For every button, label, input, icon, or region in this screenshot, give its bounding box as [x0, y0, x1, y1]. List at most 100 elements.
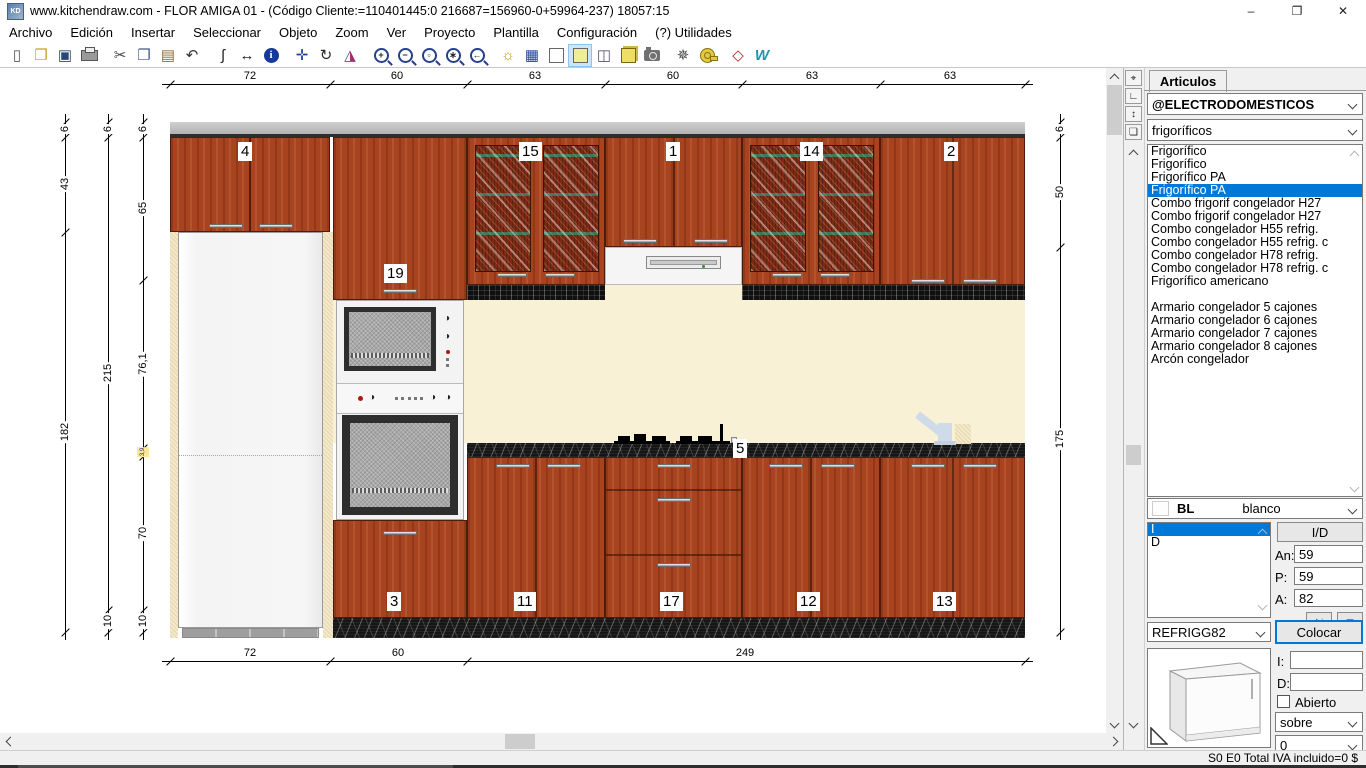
menu-proyecto[interactable]: Proyecto: [415, 25, 484, 40]
article-preview[interactable]: [1147, 648, 1271, 748]
unit-number-label[interactable]: 13: [933, 592, 956, 611]
menu-zoom[interactable]: Zoom: [326, 25, 377, 40]
scroll-right-icon[interactable]: [1106, 733, 1123, 750]
perspective-solid-icon[interactable]: [617, 45, 639, 66]
door-tool-icon[interactable]: ❏: [1125, 124, 1142, 140]
scrollbar-thumb[interactable]: [505, 734, 535, 749]
open-checkbox[interactable]: [1277, 695, 1290, 708]
perspective-wire-icon[interactable]: ◫: [593, 45, 615, 66]
horizontal-scrollbar[interactable]: [0, 733, 1123, 750]
list-scroll-up-icon[interactable]: [1348, 147, 1361, 160]
undo-icon[interactable]: ↶: [181, 45, 203, 66]
menu-edici-n[interactable]: Edición: [61, 25, 122, 40]
scroll-down-icon[interactable]: [1106, 716, 1123, 733]
zoom-all-icon[interactable]: ∗: [442, 45, 464, 66]
info-icon[interactable]: i: [260, 45, 282, 66]
scroll-up-icon[interactable]: [1106, 68, 1123, 85]
unit-number-label[interactable]: 15: [519, 142, 542, 161]
zoom-previous-icon[interactable]: ←: [466, 45, 488, 66]
type-dropdown[interactable]: frigoríficos: [1147, 119, 1363, 141]
unit-number-label[interactable]: 3: [387, 592, 401, 611]
rotate-icon[interactable]: ↻: [315, 45, 337, 66]
menu-objeto[interactable]: Objeto: [270, 25, 326, 40]
scroll-left-icon[interactable]: [0, 733, 17, 750]
restore-button[interactable]: ❐: [1274, 0, 1320, 22]
zoom-out-icon[interactable]: −: [394, 45, 416, 66]
unit-number-label[interactable]: 5: [733, 439, 747, 458]
close-button[interactable]: ✕: [1320, 0, 1366, 22]
copy-icon[interactable]: ❐: [133, 45, 155, 66]
refrigerator[interactable]: [178, 232, 323, 628]
article-list[interactable]: FrigoríficoFrigoríficoFrigorífico PAFrig…: [1147, 144, 1363, 497]
photo-render-icon[interactable]: [641, 45, 663, 66]
minimize-button[interactable]: –: [1228, 0, 1274, 22]
gas-hob[interactable]: [612, 424, 742, 446]
strip-scroll-up-icon[interactable]: [1125, 146, 1142, 160]
path-icon[interactable]: ◇: [727, 45, 749, 66]
zoom-in-icon[interactable]: +: [370, 45, 392, 66]
height-input[interactable]: 82: [1294, 589, 1363, 607]
unit-number-label[interactable]: 19: [384, 264, 407, 283]
page-corner-icon[interactable]: [1150, 727, 1168, 745]
move-icon[interactable]: ✛: [291, 45, 313, 66]
menu--utilidades[interactable]: (?) Utilidades: [646, 25, 741, 40]
finish-dropdown[interactable]: BL blanco: [1147, 498, 1363, 519]
dimension-chain-tool-icon[interactable]: ↕: [1125, 106, 1142, 122]
strip-scrollbar-thumb[interactable]: [1126, 445, 1141, 465]
side-option-d[interactable]: D: [1148, 536, 1270, 549]
save-icon[interactable]: ▣: [54, 45, 76, 66]
open-folder-icon[interactable]: ❒: [30, 45, 52, 66]
list-scroll-down-icon[interactable]: [1348, 482, 1361, 495]
measure-icon[interactable]: [696, 45, 718, 66]
menu-insertar[interactable]: Insertar: [122, 25, 184, 40]
unit-number-label[interactable]: 4: [238, 142, 252, 161]
right-gap-input[interactable]: [1290, 673, 1363, 691]
unit-number-label[interactable]: 11: [514, 592, 536, 611]
unit-number-label[interactable]: 17: [660, 592, 683, 611]
menu-ver[interactable]: Ver: [378, 25, 416, 40]
zoom-window-icon[interactable]: ▫: [418, 45, 440, 66]
select-object-tool-icon[interactable]: ⌖: [1125, 70, 1142, 86]
elevation-view-icon[interactable]: [545, 45, 567, 66]
menu-archivo[interactable]: Archivo: [0, 25, 61, 40]
sku-dropdown[interactable]: REFRIGG82: [1147, 622, 1271, 642]
oven[interactable]: [342, 415, 458, 515]
strip-scroll-down-icon[interactable]: [1125, 718, 1142, 732]
cornice[interactable]: [170, 122, 1025, 137]
paste-icon[interactable]: ▤: [157, 45, 179, 66]
mount-dropdown[interactable]: sobre: [1275, 712, 1363, 732]
wizard-icon[interactable]: ✵: [672, 45, 694, 66]
word-export-icon[interactable]: W: [751, 45, 773, 66]
plan-view-icon[interactable]: ▦: [521, 45, 543, 66]
scrollbar-thumb[interactable]: [1107, 85, 1122, 135]
new-file-icon[interactable]: ▯: [6, 45, 28, 66]
article-item[interactable]: Arcón congelador: [1148, 353, 1362, 366]
unit-number-label[interactable]: 14: [800, 142, 823, 161]
render-settings-icon[interactable]: ☼: [497, 45, 519, 66]
category-dropdown[interactable]: @ELECTRODOMESTICOS: [1147, 93, 1363, 115]
extractor-hood[interactable]: [605, 247, 742, 285]
drawing-canvas[interactable]: ◑ ◑ ◑ ◑ ◑: [0, 68, 1106, 733]
dimension-tool-icon[interactable]: ↔: [236, 45, 258, 66]
side-option-i[interactable]: I: [1148, 523, 1270, 536]
unit-number-label[interactable]: 1: [666, 142, 680, 161]
unit-number-label[interactable]: 12: [797, 592, 820, 611]
depth-input[interactable]: 59: [1294, 567, 1363, 585]
print-icon[interactable]: [78, 45, 100, 66]
vertical-scrollbar[interactable]: [1106, 68, 1123, 733]
width-input[interactable]: 59: [1294, 545, 1363, 563]
unit-number-label[interactable]: 2: [944, 142, 958, 161]
left-gap-input[interactable]: [1290, 651, 1363, 669]
menu-configuraci-n[interactable]: Configuración: [548, 25, 646, 40]
base-cabinet-11[interactable]: [467, 457, 605, 618]
menu-plantilla[interactable]: Plantilla: [484, 25, 548, 40]
wall-section-icon[interactable]: ʃ: [212, 45, 234, 66]
microwave[interactable]: [344, 307, 436, 371]
article-item[interactable]: Frigorífico americano: [1148, 275, 1362, 288]
cut-icon[interactable]: ✂: [109, 45, 131, 66]
id-toggle-button[interactable]: I/D: [1277, 522, 1363, 542]
mirror-icon[interactable]: ◮: [339, 45, 361, 66]
side-listbox[interactable]: ID: [1147, 522, 1271, 618]
menu-seleccionar[interactable]: Seleccionar: [184, 25, 270, 40]
corner-tool-icon[interactable]: ∟: [1125, 88, 1142, 104]
